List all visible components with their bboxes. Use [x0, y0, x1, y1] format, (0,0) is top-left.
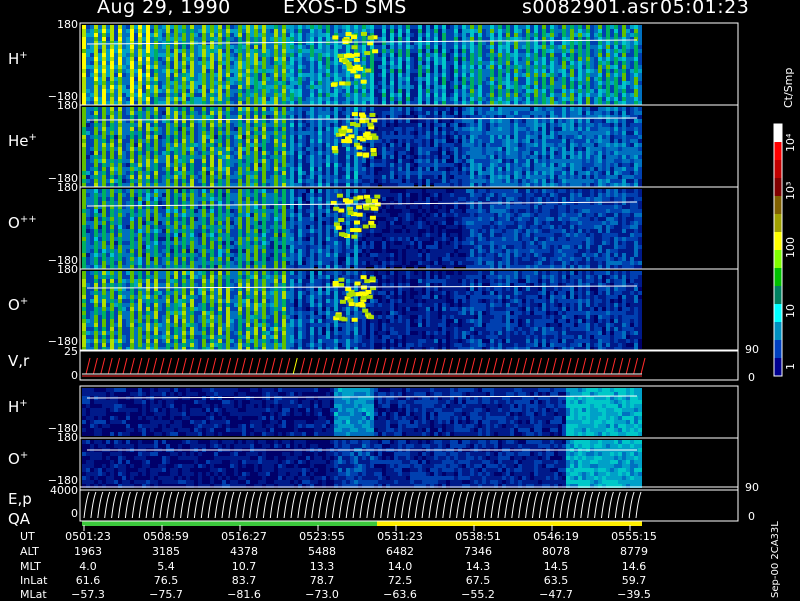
row-name-mlt: MLT — [20, 560, 41, 573]
table-cell-alt-6: 8078 — [526, 545, 586, 558]
panel-label-h-plus: H+ — [8, 50, 28, 68]
table-cell-ut-3: 0523:55 — [292, 530, 352, 543]
rtick-p7-top: 90 — [745, 481, 759, 494]
panel-label-ep: E,p — [8, 490, 32, 508]
table-cell-ut-1: 0508:59 — [136, 530, 196, 543]
table-cell-inlat-0: 61.6 — [58, 574, 118, 587]
row-name-ut: UT — [20, 530, 35, 543]
colorbar-label-1: 1 — [784, 363, 797, 370]
spectrogram-o-plus-lower — [82, 440, 642, 488]
table-cell-mlat-0: −57.3 — [58, 588, 118, 601]
table-cell-alt-4: 6482 — [370, 545, 430, 558]
table-cell-alt-1: 3185 — [136, 545, 196, 558]
panel-label-h-plus-lower: H+ — [8, 398, 28, 416]
qa-bar-green — [82, 521, 377, 526]
row-name-inlat: InLat — [20, 574, 47, 587]
colorbar-label-10e4: 10⁴ — [784, 134, 797, 152]
table-cell-mlt-1: 5.4 — [136, 560, 196, 573]
colorbar-segment-8 — [774, 268, 782, 287]
colorbar-segment-5 — [774, 214, 782, 233]
panel-label-o-plusplus: O++ — [8, 214, 37, 232]
panel-label-o-plus-lower: O+ — [8, 450, 28, 468]
spectrogram-h-plus — [82, 25, 642, 105]
qa-bar-yellow — [377, 521, 642, 526]
row-name-mlat: MLat — [20, 588, 47, 601]
table-cell-mlt-4: 14.0 — [370, 560, 430, 573]
colorbar-segment-13 — [774, 358, 782, 377]
table-cell-mlt-3: 13.3 — [292, 560, 352, 573]
table-cell-mlt-6: 14.5 — [526, 560, 586, 573]
table-cell-mlat-4: −63.6 — [370, 588, 430, 601]
tick-p4-top: 25 — [44, 345, 78, 358]
tick-p1-top: 180 — [44, 99, 78, 112]
spectrogram-h-plus-lower — [82, 388, 642, 436]
colorbar-label-100: 100 — [784, 237, 797, 258]
table-cell-inlat-1: 76.5 — [136, 574, 196, 587]
tick-p4-bottom: 0 — [44, 369, 78, 382]
table-cell-ut-2: 0516:27 — [214, 530, 274, 543]
table-cell-mlat-3: −73.0 — [292, 588, 352, 601]
tick-p6-top: 180 — [44, 431, 78, 444]
colorbar-segment-7 — [774, 250, 782, 269]
table-cell-ut-7: 0555:15 — [604, 530, 664, 543]
rtick-p4-bottom: 0 — [748, 371, 755, 384]
colorbar-segment-2 — [774, 160, 782, 179]
table-cell-ut-6: 0546:19 — [526, 530, 586, 543]
tick-p0-top: 180 — [44, 18, 78, 31]
colorbar-segment-11 — [774, 322, 782, 341]
colorbar-segment-10 — [774, 304, 782, 323]
table-cell-alt-3: 5488 — [292, 545, 352, 558]
table-cell-inlat-5: 67.5 — [448, 574, 508, 587]
tick-p7-top: 4000 — [44, 484, 78, 497]
table-cell-mlt-0: 4.0 — [58, 560, 118, 573]
table-cell-inlat-4: 72.5 — [370, 574, 430, 587]
rtick-p4-top: 90 — [745, 343, 759, 356]
table-cell-mlat-1: −75.7 — [136, 588, 196, 601]
table-cell-mlt-7: 14.6 — [604, 560, 664, 573]
spectrogram-o-plus — [82, 271, 642, 351]
table-cell-mlat-6: −47.7 — [526, 588, 586, 601]
table-cell-mlat-2: −81.6 — [214, 588, 274, 601]
colorbar-label-10: 10 — [784, 304, 797, 318]
colorbar-segment-0 — [774, 124, 782, 143]
row-name-alt: ALT — [20, 545, 39, 558]
colorbar-label-10e3: 10³ — [784, 182, 797, 200]
tick-p7-bottom: 0 — [44, 507, 78, 520]
table-cell-alt-0: 1963 — [58, 545, 118, 558]
table-cell-inlat-3: 78.7 — [292, 574, 352, 587]
colorbar-segment-1 — [774, 142, 782, 161]
spectrogram-o-plusplus — [82, 189, 642, 269]
table-cell-alt-5: 7346 — [448, 545, 508, 558]
table-cell-mlat-7: −39.5 — [604, 588, 664, 601]
table-cell-alt-2: 4378 — [214, 545, 274, 558]
panel-label-vr: V,r — [8, 352, 29, 370]
rtick-p7-bottom: 0 — [748, 510, 755, 523]
sms-spectrogram-figure: Aug 29, 1990 EXOS-D SMS s0082901.asr 05:… — [0, 0, 800, 600]
colorbar-segment-3 — [774, 178, 782, 197]
colorbar-segment-12 — [774, 340, 782, 359]
tick-p3-top: 180 — [44, 263, 78, 276]
table-cell-mlt-5: 14.3 — [448, 560, 508, 573]
colorbar-segment-6 — [774, 232, 782, 251]
table-cell-ut-5: 0538:51 — [448, 530, 508, 543]
table-cell-ut-4: 0531:23 — [370, 530, 430, 543]
table-cell-inlat-2: 83.7 — [214, 574, 274, 587]
colorbar-unit: Ct/Smp — [782, 68, 795, 108]
panel-label-o-plus: O+ — [8, 296, 28, 314]
panel-label-he-plus: He+ — [8, 132, 37, 150]
qa-label: QA — [8, 510, 30, 528]
table-cell-alt-7: 8779 — [604, 545, 664, 558]
table-cell-ut-0: 0501:23 — [58, 530, 118, 543]
side-id-label: Sep-00 2CA33L — [770, 521, 781, 598]
table-cell-mlat-5: −55.2 — [448, 588, 508, 601]
spectrogram-svg — [0, 0, 800, 600]
tick-p2-top: 180 — [44, 181, 78, 194]
table-cell-mlt-2: 10.7 — [214, 560, 274, 573]
table-cell-inlat-7: 59.7 — [604, 574, 664, 587]
colorbar-segment-9 — [774, 286, 782, 305]
table-cell-inlat-6: 63.5 — [526, 574, 586, 587]
colorbar-segment-4 — [774, 196, 782, 215]
